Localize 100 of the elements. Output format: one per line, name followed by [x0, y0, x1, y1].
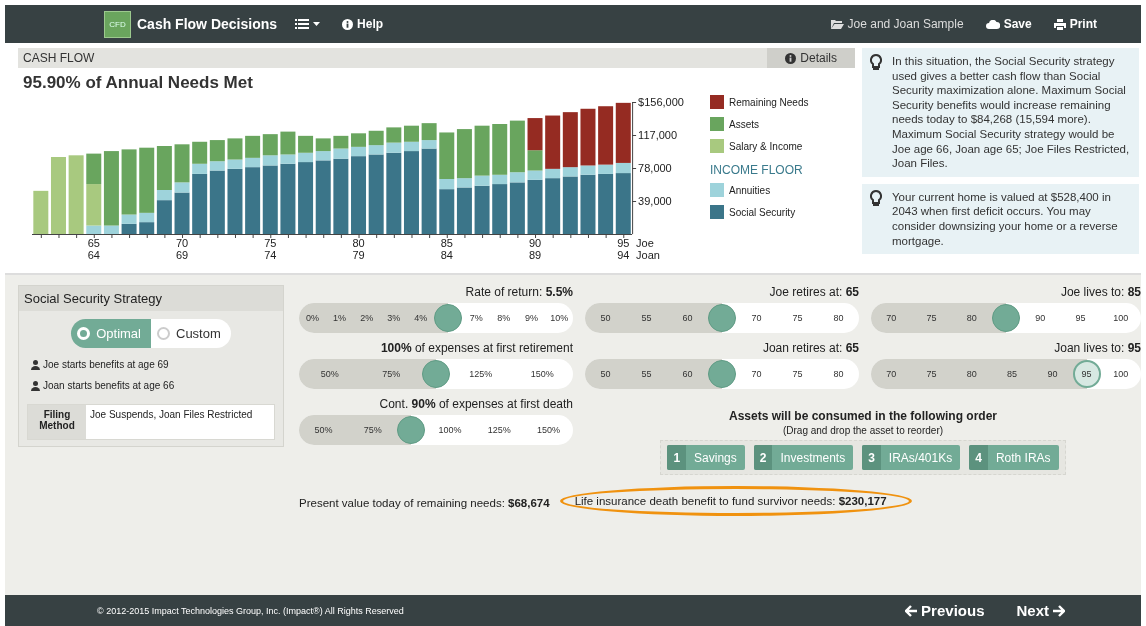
age-label: 74: [264, 249, 277, 261]
age-label: 94: [617, 249, 630, 261]
slider-track[interactable]: 70 75 80 90 95 100: [871, 303, 1141, 333]
asset-chip[interactable]: 2 Investments: [753, 445, 854, 470]
slider-tick-label: 3%: [387, 313, 401, 323]
slider-label: Joan lives to: 95: [1053, 341, 1141, 355]
radio-icon: [77, 327, 91, 340]
slider-tick-label: 150%: [530, 369, 554, 379]
slider-track[interactable]: 50 55 60 70 75 80: [585, 359, 859, 389]
slider-label: Cont. 90% of expenses at first death: [378, 397, 573, 411]
folder-icon: [830, 19, 844, 29]
asset-chip[interactable]: 3 IRAs/401Ks: [862, 445, 961, 470]
person-icon: [31, 380, 40, 391]
help-button[interactable]: Help: [338, 17, 388, 31]
slider-label: Joe retires at: 65: [768, 285, 859, 299]
slider-tick-label: 75: [926, 369, 937, 379]
x-tick-label: 75: [264, 237, 277, 249]
slider-track[interactable]: 50% 75% 100% 125% 150%: [299, 415, 573, 445]
benefit-start-text: Joe starts benefits at age 69: [43, 359, 169, 370]
filing-method-label: Filing Method: [28, 405, 86, 439]
next-button[interactable]: Next: [1010, 601, 1071, 620]
slider-tick-label: 75: [792, 313, 803, 323]
asset-chip[interactable]: 4 Roth IRAs: [969, 445, 1059, 470]
slider-tick-label: 125%: [469, 369, 493, 379]
slider-tick-label: 10%: [550, 313, 569, 323]
info-icon: [785, 52, 797, 64]
age-label: 79: [352, 249, 365, 261]
x-tick-label: 90: [528, 237, 542, 249]
slider-tick-label: 85: [1007, 369, 1018, 379]
age-label: 89: [528, 249, 542, 261]
slider-tick-label: 90: [1035, 313, 1046, 323]
slider-tick-label: 100: [1113, 369, 1129, 379]
slider-tick-label: 100: [1113, 313, 1129, 323]
list-icon: [295, 19, 310, 29]
slider-tick-label: 95: [1075, 313, 1086, 323]
slider-tick-label: 125%: [487, 425, 511, 435]
cloud-icon: [985, 19, 1000, 29]
x-tick-label: 80: [352, 237, 365, 249]
assets-order-hint: (Drag and drop the asset to reorder): [782, 425, 944, 436]
caret-icon: [313, 22, 321, 26]
strategy-option[interactable]: Custom: [151, 319, 231, 348]
slider-tick-label: 70: [751, 369, 762, 379]
slider-tick-label: 75: [792, 369, 803, 379]
slider-tick-label: 55: [641, 369, 652, 379]
y-tick-label: 78,000: [638, 162, 672, 174]
slider-tick-label: 50%: [314, 425, 333, 435]
previous-button[interactable]: Previous: [899, 601, 991, 620]
legend-group-heading: INCOME FLOOR: [710, 163, 804, 177]
slider-tick-label: 50: [600, 369, 611, 379]
slider-label: Rate of return: 5.5%: [464, 285, 573, 299]
age-label: 84: [440, 249, 453, 261]
app-title: Cash Flow Decisions: [137, 16, 278, 32]
client-button[interactable]: Joe and Joan Sample: [826, 17, 968, 31]
copyright-text: © 2012-2015 Impact Technologies Group, Inc. (Impact®) All Rights Reserved: [97, 605, 404, 616]
slider-track[interactable]: 70 75 80 85 90 95 100: [871, 359, 1141, 389]
slider-track[interactable]: 0% 1% 2% 3% 4% 7% 8% 9% 10%: [299, 303, 573, 333]
y-tick-label: 117,000: [638, 129, 678, 141]
left-arrow-icon: [905, 604, 918, 617]
tip-text: Your current home is valued at $528,400 in 2043 when first deficit occurs. You may consider downsizing your home or a reverse mortgage.: [892, 189, 1119, 249]
details-button[interactable]: Details: [767, 48, 855, 68]
panel-title: CASH FLOW: [22, 51, 95, 65]
bar-segment: [333, 135, 349, 149]
slider-track[interactable]: 50 55 60 70 75 80: [585, 303, 859, 333]
slider-tick-label: 1%: [333, 313, 347, 323]
slider-tick-label: 55: [641, 313, 652, 323]
save-button[interactable]: Save: [981, 17, 1036, 31]
print-button[interactable]: Print: [1049, 17, 1101, 31]
slider-tick-label: 70: [886, 369, 897, 379]
slider-tick-label: 75%: [363, 425, 382, 435]
lightbulb-icon: [870, 189, 882, 207]
y-tick-label: 39,000: [638, 195, 672, 207]
x-tick-label: 65: [87, 237, 100, 249]
slider-tick-label: 60: [682, 313, 693, 323]
person-icon: [31, 359, 40, 370]
slider-tick-label: 75%: [382, 369, 401, 379]
x-tick-label: 70: [175, 237, 189, 249]
slider-tick-label: 8%: [497, 313, 511, 323]
radio-icon: [157, 327, 170, 340]
asset-chip[interactable]: 1 Savings: [667, 445, 745, 470]
slider-tick-label: 2%: [360, 313, 374, 323]
summary-text: Present value today of remaining needs: $68,674: [299, 496, 550, 511]
slider-tick-label: 50%: [320, 369, 339, 379]
slider-tick-label: 80: [966, 369, 977, 379]
bar-segment: [351, 133, 367, 147]
bar-segment: [121, 223, 137, 234]
slider-tick-label: 0%: [306, 313, 320, 323]
slider-tick-label: 50: [600, 313, 611, 323]
slider-tick-label: 80: [966, 313, 977, 323]
slider-tick-label: 60: [682, 369, 693, 379]
bar-segment: [315, 138, 331, 152]
legend-label: Remaining Needs: [729, 96, 809, 108]
slider-tick-label: 80: [833, 369, 844, 379]
slider-track[interactable]: 50% 75% 125% 150%: [299, 359, 573, 389]
needs-met-heading: 95.90% of Annual Needs Met: [22, 72, 254, 93]
age-label: 69: [175, 249, 189, 261]
slider-label: Joe lives to: 85: [1059, 285, 1141, 299]
lightbulb-icon: [870, 54, 882, 71]
y-tick-label: $156,000: [638, 96, 684, 108]
person-name-label: Joe: [636, 237, 654, 249]
legend-label: Annuities: [729, 184, 771, 196]
